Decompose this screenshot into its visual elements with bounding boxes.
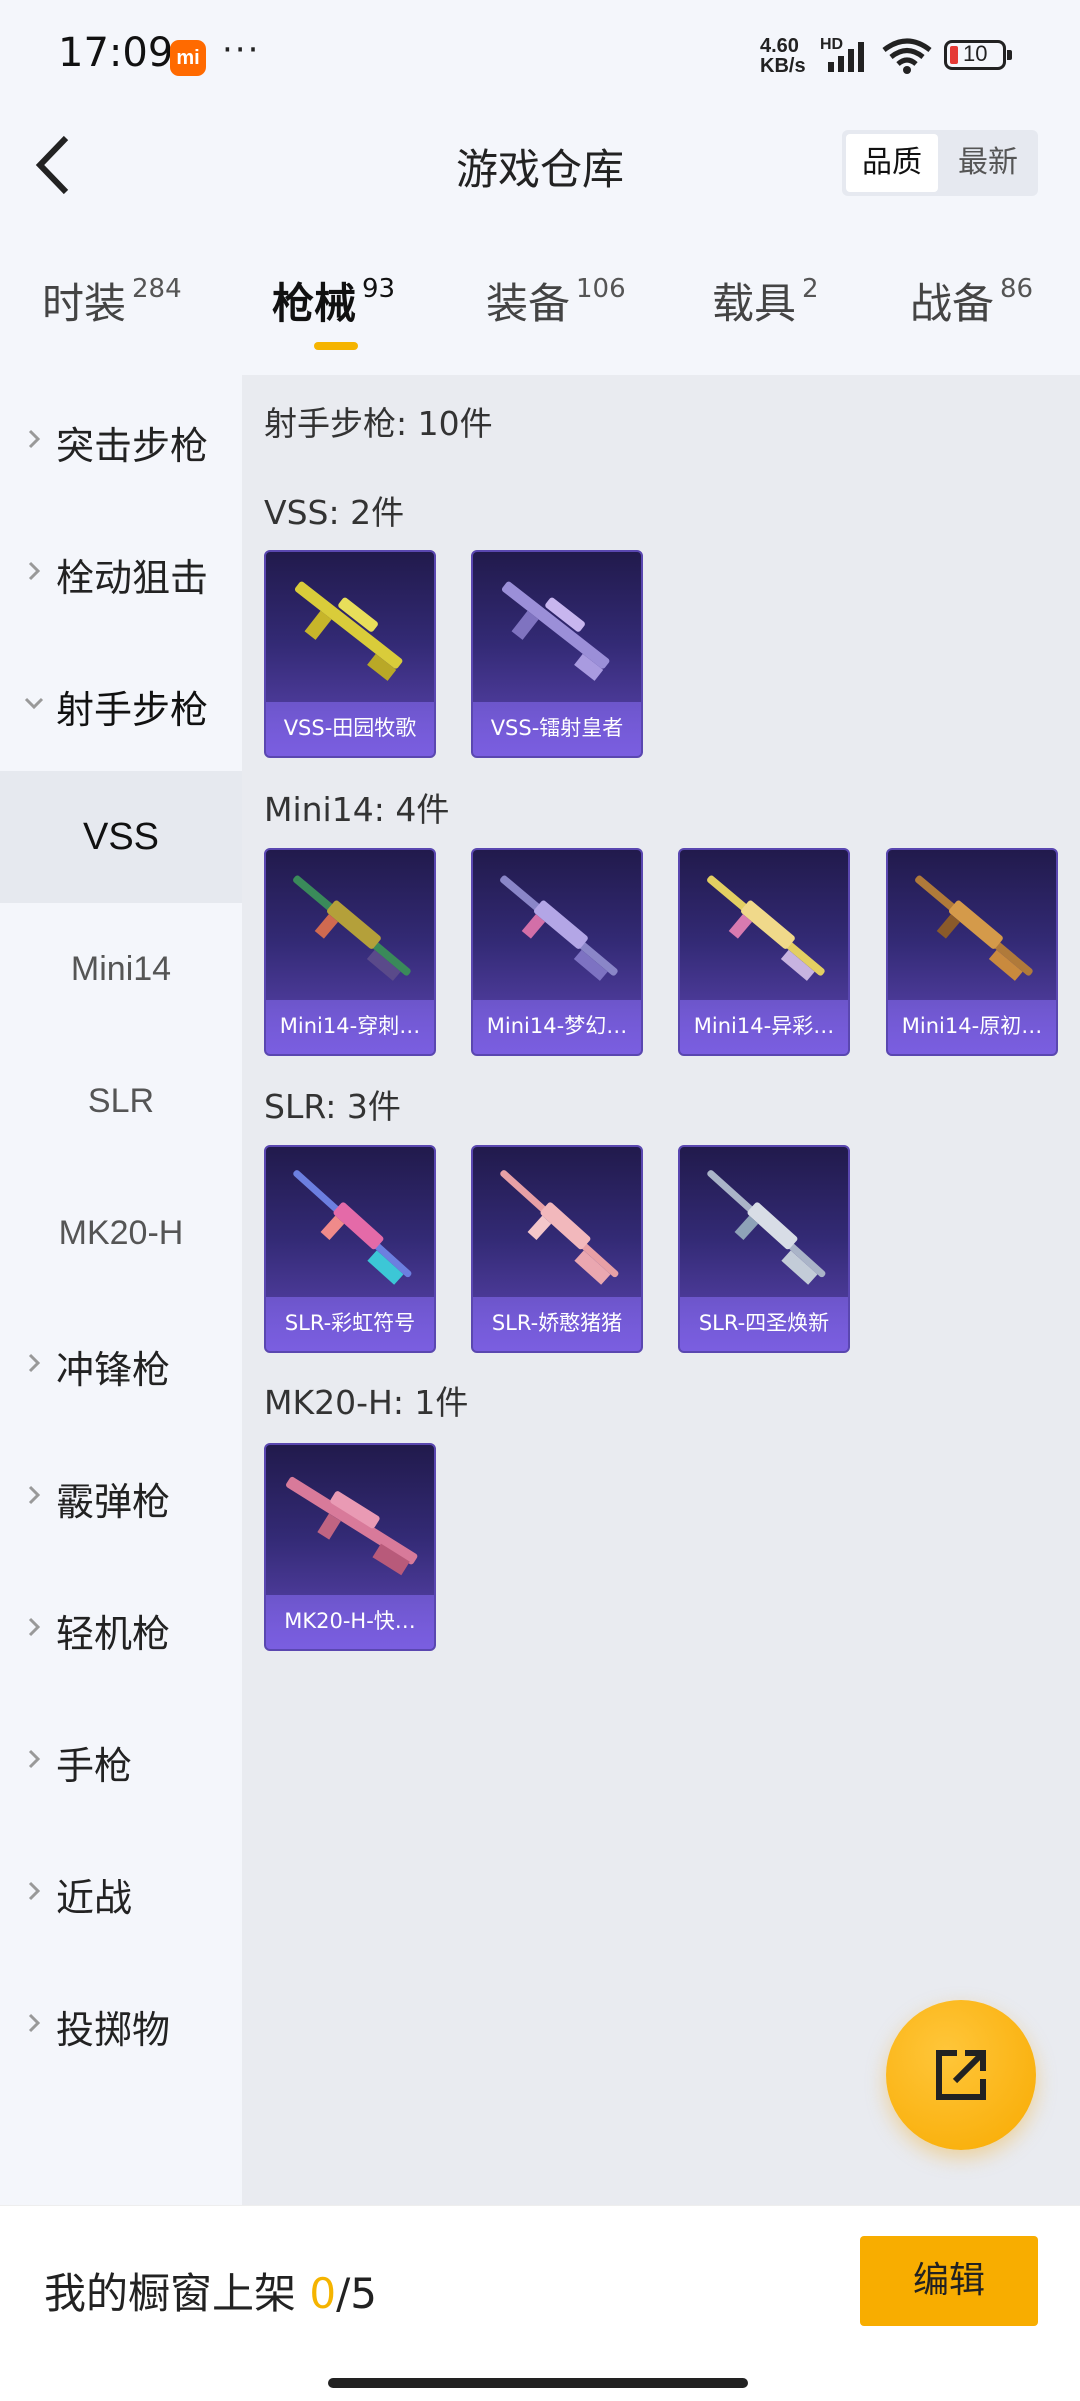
sidebar-item-smg[interactable]: 冲锋枪 — [0, 1299, 242, 1431]
item-card[interactable]: Mini14-异彩… — [678, 848, 850, 1056]
rifle-skin-icon — [915, 875, 1033, 981]
sidebar-item-pistol[interactable]: 手枪 — [0, 1695, 242, 1827]
share-icon — [936, 2050, 986, 2100]
more-notifications-icon: ··· — [222, 30, 261, 70]
section-title-vss: VSS: 2件 — [264, 493, 405, 532]
chevron-right-icon — [28, 1881, 41, 1901]
chevron-right-icon — [28, 1749, 41, 1769]
chevron-right-icon — [28, 561, 41, 581]
sidebar-item-throwable[interactable]: 投掷物 — [0, 1959, 242, 2091]
chevron-down-icon — [24, 697, 44, 710]
rifle-skin-icon — [707, 1170, 826, 1285]
tab-equipment[interactable]: 装备 106 — [486, 270, 626, 330]
sidebar-item-lmg[interactable]: 轻机枪 — [0, 1563, 242, 1695]
home-indicator — [328, 2378, 748, 2388]
edit-button[interactable]: 编辑 — [860, 2236, 1038, 2326]
network-speed: 4.60 KB/s — [760, 35, 806, 77]
signal-icon — [828, 42, 864, 72]
item-card[interactable]: VSS-田园牧歌 — [264, 550, 436, 758]
rifle-skin-icon — [286, 1476, 418, 1576]
chevron-right-icon — [28, 1617, 41, 1637]
chevron-right-icon — [28, 1353, 41, 1373]
showcase-count: 我的橱窗上架 0/5 — [44, 2269, 377, 2318]
sort-latest-button[interactable]: 最新 — [942, 134, 1034, 192]
chevron-right-icon — [28, 2013, 41, 2033]
share-fab-button[interactable] — [886, 2000, 1036, 2150]
rifle-skin-icon — [293, 1170, 412, 1285]
rifle-skin-icon — [294, 581, 403, 681]
item-card[interactable]: SLR-四圣焕新 — [678, 1145, 850, 1353]
rifle-skin-icon — [707, 875, 825, 981]
tab-fashion[interactable]: 时装 284 — [42, 270, 182, 330]
category-sidebar: 突击步枪 栓动狙击 射手步枪 VSS Mini14 SLR MK20-H 冲锋枪… — [0, 375, 242, 2205]
sidebar-sub-vss[interactable]: VSS — [0, 771, 242, 903]
wifi-icon — [882, 38, 932, 74]
sidebar-sub-mini14[interactable]: Mini14 — [0, 903, 242, 1035]
category-header: 射手步枪: 10件 — [264, 404, 493, 443]
tab-supplies[interactable]: 战备 86 — [910, 270, 1033, 330]
section-title-mini14: Mini14: 4件 — [264, 790, 450, 829]
sidebar-item-melee[interactable]: 近战 — [0, 1827, 242, 1959]
item-card[interactable]: Mini14-原初… — [886, 848, 1058, 1056]
sidebar-sub-mk20h[interactable]: MK20-H — [0, 1167, 242, 1299]
item-card[interactable]: SLR-娇憨猪猪 — [471, 1145, 643, 1353]
sort-quality-button[interactable]: 品质 — [846, 134, 938, 192]
item-card[interactable]: SLR-彩虹符号 — [264, 1145, 436, 1353]
item-card[interactable]: VSS-镭射皇者 — [471, 550, 643, 758]
tab-vehicles[interactable]: 载具 2 — [712, 270, 819, 330]
sidebar-item-marksman-rifle[interactable]: 射手步枪 — [0, 639, 242, 771]
sidebar-sub-slr[interactable]: SLR — [0, 1035, 242, 1167]
section-title-mk20h: MK20-H: 1件 — [264, 1383, 469, 1422]
rifle-skin-icon — [500, 875, 618, 981]
rifle-skin-icon — [500, 1170, 619, 1285]
item-card[interactable]: Mini14-梦幻… — [471, 848, 643, 1056]
item-card[interactable]: MK20-H-快… — [264, 1443, 436, 1651]
section-title-slr: SLR: 3件 — [264, 1087, 401, 1126]
tab-guns[interactable]: 枪械 93 — [272, 270, 395, 330]
bottom-bar: 我的橱窗上架 0/5 编辑 — [0, 2205, 1080, 2401]
battery-icon: 10 — [944, 40, 1012, 70]
rifle-skin-icon — [293, 875, 411, 981]
mi-app-icon: mi — [170, 40, 206, 76]
chevron-right-icon — [28, 429, 41, 449]
rifle-skin-icon — [501, 581, 610, 681]
sidebar-item-assault-rifle[interactable]: 突击步枪 — [0, 375, 242, 507]
sort-toggle: 品质 最新 — [842, 130, 1038, 196]
sidebar-item-shotgun[interactable]: 霰弹枪 — [0, 1431, 242, 1563]
sidebar-item-bolt-sniper[interactable]: 栓动狙击 — [0, 507, 242, 639]
status-time: 17:09 — [58, 30, 174, 76]
chevron-right-icon — [28, 1485, 41, 1505]
item-card[interactable]: Mini14-穿刺… — [264, 848, 436, 1056]
status-bar: 17:09 mi ··· 4.60 KB/s HD 10 — [0, 0, 1080, 110]
active-tab-indicator — [314, 342, 358, 350]
